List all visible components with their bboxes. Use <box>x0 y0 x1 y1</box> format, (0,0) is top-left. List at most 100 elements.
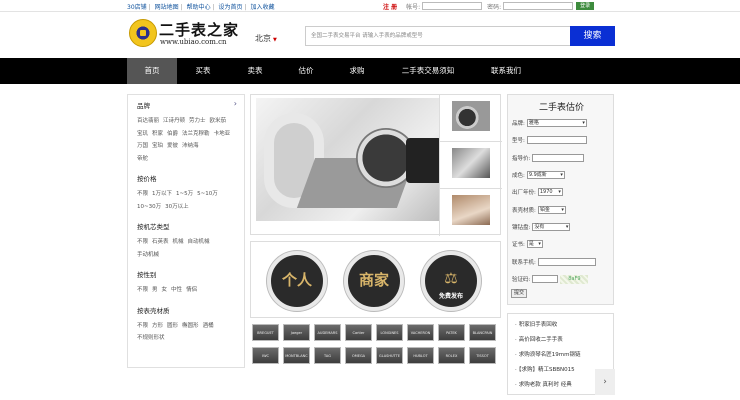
brand-tile[interactable]: TAG <box>314 347 341 364</box>
account-input[interactable] <box>422 2 483 10</box>
thumbnail[interactable] <box>440 189 502 236</box>
filter-option[interactable]: 10~30万 <box>137 204 161 210</box>
submit-button[interactable]: 提交 <box>511 289 527 298</box>
filter-option[interactable]: 不限 <box>137 239 148 245</box>
captcha-image[interactable]: 8aF9 <box>560 274 589 284</box>
badge-free-post[interactable]: ⚖ 免费发布 <box>421 251 481 311</box>
brand-tile[interactable]: BLANCPAIN <box>469 324 496 341</box>
top-link-favorite[interactable]: 加入收藏 <box>251 4 275 11</box>
condition-select[interactable]: 9.9成新 <box>526 171 565 179</box>
brand-tile[interactable]: OMEGA <box>345 347 372 364</box>
brand-tile[interactable]: ROLEX <box>438 347 465 364</box>
filter-option[interactable]: 沛纳海 <box>182 143 199 149</box>
guide-price-input[interactable] <box>532 154 585 162</box>
cert-select[interactable]: 是 <box>526 240 543 248</box>
brand-tile[interactable]: BREGUET <box>252 324 279 341</box>
city-selector[interactable]: 北京 ▼ <box>255 33 277 44</box>
brand-tile[interactable]: GLASHUTTE <box>376 347 403 364</box>
news-item[interactable]: 求购浪琴名匠19mm钢链 <box>515 350 581 358</box>
filter-option[interactable]: 1万以下 <box>152 191 172 197</box>
brand-tile[interactable]: TISSOT <box>469 347 496 364</box>
top-link-sitemap[interactable]: 网站地图 <box>155 4 179 11</box>
news-item[interactable]: 求购老款 真利时 经典 <box>515 380 572 388</box>
chevron-right-icon[interactable]: › <box>595 369 615 395</box>
filter-option[interactable]: 方形 <box>152 323 163 329</box>
nav-contact[interactable]: 联系我们 <box>480 58 532 84</box>
search-input[interactable]: 全国二手表交易平台 请输入手表的品牌或型号 <box>305 26 571 46</box>
nav-sell[interactable]: 卖表 <box>232 58 278 84</box>
badge-text: 个人 <box>281 271 312 289</box>
filter-option[interactable]: 机械 <box>173 239 184 245</box>
filter-option[interactable]: 劳力士 <box>189 118 206 124</box>
filter-option[interactable]: 江诗丹顿 <box>163 118 185 124</box>
captcha-input[interactable] <box>532 275 559 283</box>
filter-option[interactable]: 法兰克穆勒 <box>182 131 210 137</box>
main-watch-photo[interactable] <box>256 98 439 221</box>
filter-option[interactable]: 帝舵 <box>137 156 148 162</box>
filter-option[interactable]: 不限 <box>137 191 148 197</box>
case-select[interactable]: 铂金 <box>537 206 566 214</box>
brand-tile[interactable]: PATEK <box>438 324 465 341</box>
top-link-stores[interactable]: 30店铺 <box>127 4 147 11</box>
brand-tile[interactable]: LONGINES <box>376 324 403 341</box>
top-link-help[interactable]: 帮助中心 <box>187 4 211 11</box>
filter-option[interactable]: 椭圆形 <box>182 323 199 329</box>
filter-option[interactable]: 宝玑 <box>137 131 148 137</box>
filter-option[interactable]: 欧米茄 <box>210 118 227 124</box>
login-button[interactable]: 登录 <box>576 2 595 10</box>
filter-option[interactable]: 爱彼 <box>167 143 178 149</box>
chevron-right-icon[interactable]: › <box>234 99 237 108</box>
filter-option[interactable]: 百达翡丽 <box>137 118 159 124</box>
filter-option[interactable]: 卡地亚 <box>214 131 231 137</box>
year-select[interactable]: 1970 <box>537 188 563 196</box>
brand-tile[interactable]: Jaeger <box>283 324 310 341</box>
badge-merchant[interactable]: 商家 <box>344 251 404 311</box>
model-input[interactable] <box>526 136 587 144</box>
news-item[interactable]: 积家旧手表回收 <box>515 320 558 328</box>
filter-option[interactable]: 圆形 <box>167 323 178 329</box>
filter-option[interactable]: 中性 <box>171 287 182 293</box>
filter-option[interactable]: 女 <box>162 287 168 293</box>
search-button[interactable]: 搜索 <box>570 26 615 46</box>
filter-option[interactable]: 5~10万 <box>197 191 218 197</box>
filter-option[interactable]: 自动机械 <box>188 239 210 245</box>
logo-icon[interactable] <box>129 19 157 47</box>
filter-option[interactable]: 手动机械 <box>137 252 159 258</box>
news-item[interactable]: 【求购】精工SBBN015 <box>515 365 575 373</box>
password-input[interactable] <box>503 2 574 10</box>
filter-option[interactable]: 30万以上 <box>165 204 189 210</box>
news-item[interactable]: 高价回收二手手表 <box>515 335 563 343</box>
brand-tile[interactable]: VACHERON <box>407 324 434 341</box>
filter-option[interactable]: 积家 <box>152 131 163 137</box>
logo-title[interactable]: 二手表之家 <box>159 19 239 40</box>
badge-personal[interactable]: 个人 <box>267 251 327 311</box>
brand-tile[interactable]: HUBLOT <box>407 347 434 364</box>
nav-notice[interactable]: 二手表交易须知 <box>392 58 464 84</box>
nav-home[interactable]: 首页 <box>127 58 177 84</box>
register-link[interactable]: 注 册 <box>383 2 397 11</box>
filter-option[interactable]: 不规则形状 <box>137 335 165 341</box>
filter-option[interactable]: 不限 <box>137 287 148 293</box>
filter-option[interactable]: 不限 <box>137 323 148 329</box>
filter-option[interactable]: 宝珀 <box>152 143 163 149</box>
phone-input[interactable] <box>537 258 596 266</box>
filter-option[interactable]: 酒桶 <box>203 323 214 329</box>
nav-appraise[interactable]: 估价 <box>283 58 329 84</box>
top-link-homepage[interactable]: 设为首页 <box>219 4 243 11</box>
brand-tile[interactable]: AUDEMARS <box>314 324 341 341</box>
filter-option[interactable]: 情侣 <box>186 287 197 293</box>
brand-tile[interactable]: MONTBLANC <box>283 347 310 364</box>
filter-option[interactable]: 1~5万 <box>176 191 193 197</box>
brand-tile[interactable]: IWC <box>252 347 279 364</box>
filter-option[interactable]: 伯爵 <box>167 131 178 137</box>
filter-option[interactable]: 石英表 <box>152 239 169 245</box>
brand-select[interactable]: 雅格 <box>526 119 587 127</box>
nav-wanted[interactable]: 求购 <box>334 58 380 84</box>
filter-option[interactable]: 男 <box>152 287 158 293</box>
diamond-select[interactable]: 没有 <box>532 223 571 231</box>
brand-tile[interactable]: Cartier <box>345 324 372 341</box>
thumbnail[interactable] <box>440 95 502 142</box>
filter-option[interactable]: 万国 <box>137 143 148 149</box>
nav-buy[interactable]: 买表 <box>180 58 226 84</box>
thumbnail[interactable] <box>440 142 502 189</box>
